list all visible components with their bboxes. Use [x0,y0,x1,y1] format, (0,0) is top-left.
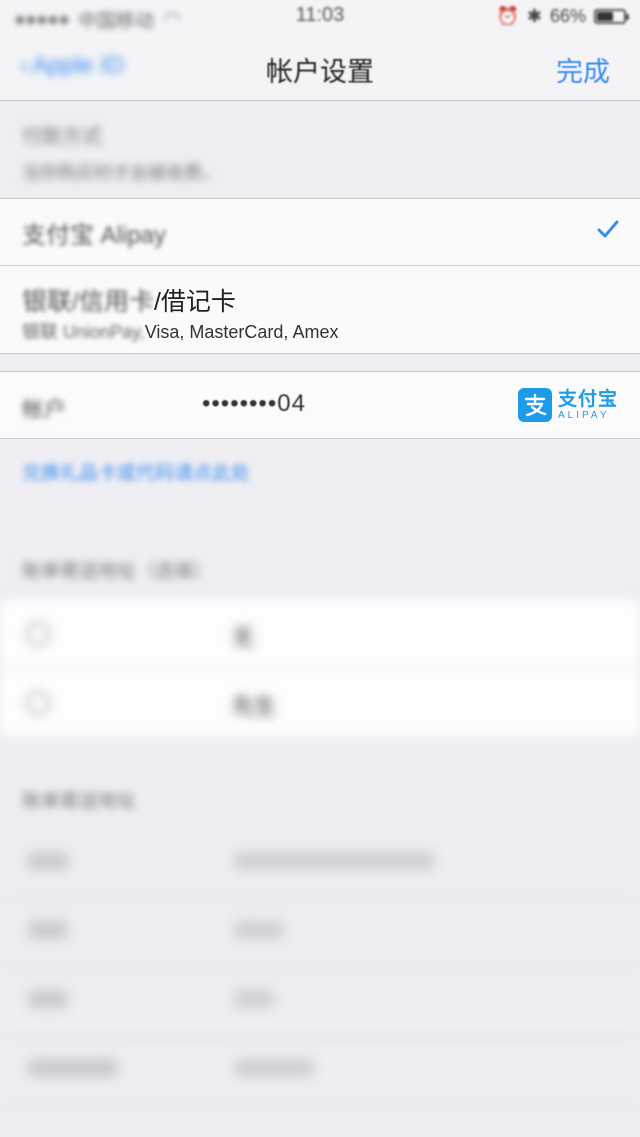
navigation-bar: ‹ Apple ID 帐户设置 完成 [0,36,640,101]
field-label-placeholder [28,1059,118,1077]
field-label-placeholder [28,852,68,870]
account-group: 帐户 ••••••••04 支付宝 ALIPAY [0,371,640,439]
account-label: 帐户 [22,397,67,422]
alipay-method-label: 支付宝 Alipay [22,222,167,249]
card-method-subtitle: 银联 UnionPay, Visa, MasterCard, Amex [22,318,338,344]
field-label-placeholder [28,990,68,1008]
payment-method-list: 支付宝 Alipay 银联/信用卡/借记卡 银联 UnionPay, Visa,… [0,198,640,354]
field-value-placeholder [234,852,434,870]
address-field-row[interactable] [0,830,640,899]
card-method-title: 银联/信用卡/借记卡 [22,282,236,318]
account-row[interactable]: 帐户 ••••••••04 支付宝 ALIPAY [0,371,640,439]
battery-fill [597,12,613,21]
title-option-label: 无 [232,625,255,650]
title-options-group: 无 先生 [0,600,640,738]
alipay-logo-cn: 支付宝 [557,388,618,410]
alarm-icon: ⏰ [496,6,519,26]
alipay-logo: 支付宝 ALIPAY [517,388,618,422]
title-option-row[interactable]: 先生 [0,669,640,738]
checkmark-icon [597,220,619,238]
card-sub-blurred: 银联 UnionPay, [22,322,145,342]
radio-icon [26,622,50,646]
payment-header-note: 当你购买时才会被收费。 [22,163,220,183]
field-value-placeholder [234,921,284,939]
address-fields-group [0,830,640,1106]
address-field-row[interactable] [0,968,640,1037]
field-label-placeholder [28,921,68,939]
field-value-placeholder [234,1059,314,1077]
alipay-logo-icon [517,388,552,422]
payment-header-title: 付款方式 [22,126,102,148]
battery-percent: 66% [549,6,586,26]
card-title-clear: /借记卡 [153,288,236,316]
payment-section-header: 付款方式 当你购买时才会被收费。 [22,120,220,185]
payment-method-card[interactable]: 银联/信用卡/借记卡 银联 UnionPay, Visa, MasterCard… [0,266,640,354]
address-field-row[interactable] [0,1037,640,1106]
radio-icon [26,691,50,715]
card-sub-clear: Visa, MasterCard, Amex [144,322,339,342]
title-option-row[interactable]: 无 [0,600,640,669]
alipay-logo-en: ALIPAY [557,409,610,421]
status-right-group: ⏰ ✱ 66% [496,6,629,27]
redeem-link[interactable]: 兑换礼品卡或代码请点此处 [22,458,250,485]
account-value: ••••••••04 [202,390,306,417]
page-title: 帐户设置 [266,57,374,87]
status-bar: 中国移动 ◠ 11:03 ⏰ ✱ 66% [0,0,640,36]
battery-icon [594,9,629,24]
address-section-label: 账单寄送地址 [22,791,137,812]
address-field-row[interactable] [0,899,640,968]
card-title-blurred: 银联/信用卡 [22,288,154,316]
field-value-placeholder [234,990,274,1008]
done-button[interactable]: 完成 [556,50,610,89]
bluetooth-icon: ✱ [526,6,542,26]
billing-section-label: 账单寄送地址（选填） [22,561,213,582]
title-option-label: 先生 [232,694,277,719]
payment-method-alipay[interactable]: 支付宝 Alipay [0,198,640,266]
